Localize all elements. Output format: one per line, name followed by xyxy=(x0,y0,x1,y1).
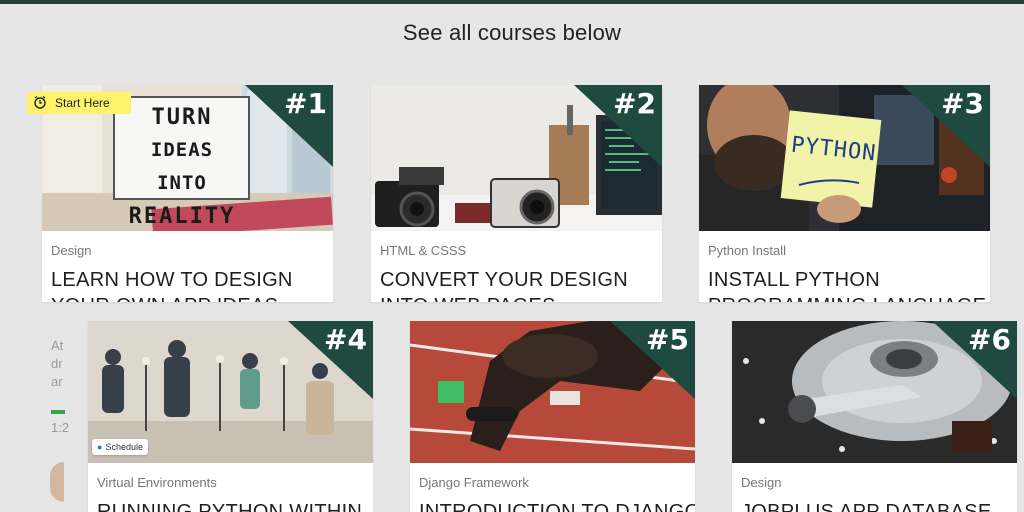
progress-bar xyxy=(51,410,65,414)
background-text-line: ar xyxy=(51,374,63,389)
rank-badge: #4 xyxy=(288,321,373,399)
course-title[interactable]: CONVERT YOUR DESIGN xyxy=(380,267,654,293)
course-category: Design xyxy=(51,243,92,258)
course-category: Design xyxy=(741,475,782,490)
course-card-2[interactable]: #2 HTML & CSSS CONVERT YOUR DESIGN INTO … xyxy=(371,85,662,302)
rank-badge: #2 xyxy=(574,85,662,167)
start-here-badge[interactable]: Start Here xyxy=(27,92,131,114)
background-time: 1:2 xyxy=(51,420,70,435)
schedule-icon: ● xyxy=(97,442,103,452)
rank-badge: #3 xyxy=(902,85,990,167)
course-title[interactable]: INSTALL PYTHON xyxy=(708,267,982,293)
letterboard-line: IDEAS INTO xyxy=(150,139,214,194)
course-card-6[interactable]: #6 Design JOBPLUS APP DATABASE xyxy=(732,321,1017,512)
course-category: Django Framework xyxy=(419,475,529,490)
course-card-1[interactable]: TURN IDEAS INTO REALITY #1 Design LEARN … xyxy=(42,85,333,302)
page-heading: See all courses below xyxy=(402,20,622,45)
rank-number: #3 xyxy=(941,87,984,120)
course-card-4[interactable]: ● Schedule #4 Virtual Environments RUNNI… xyxy=(88,321,373,512)
top-rule xyxy=(0,0,1024,4)
rank-number: #5 xyxy=(646,323,689,356)
course-title-line2: INTO WEB PAGES xyxy=(380,293,654,302)
course-category: Python Install xyxy=(708,243,787,258)
rank-number: #1 xyxy=(284,87,327,120)
start-here-label: Start Here xyxy=(55,96,110,110)
course-title[interactable]: INTRODUCTION TO DJANGO xyxy=(419,499,695,512)
alarm-clock-icon xyxy=(33,95,47,112)
letterboard-line: REALITY xyxy=(128,204,236,229)
rank-badge: #6 xyxy=(932,321,1017,399)
course-title[interactable]: LEARN HOW TO DESIGN xyxy=(51,267,325,293)
course-card-3[interactable]: PYTHON #3 Python Install INSTALL PYTHON … xyxy=(699,85,990,302)
rank-number: #6 xyxy=(968,323,1011,356)
course-title[interactable]: JOBPLUS APP DATABASE xyxy=(741,499,1009,512)
course-category: Virtual Environments xyxy=(97,475,217,490)
course-card-5[interactable]: #5 Django Framework INTRODUCTION TO DJAN… xyxy=(410,321,695,512)
course-title-line2: YOUR OWN APP IDEAS xyxy=(51,293,325,302)
course-category: HTML & CSSS xyxy=(380,243,467,258)
letterboard-line: TURN xyxy=(151,105,213,130)
rank-number: #2 xyxy=(613,87,656,120)
background-text-line: dr xyxy=(51,356,63,371)
avatar xyxy=(50,462,64,502)
course-title-line2: PROGRAMMING LANGUAGE xyxy=(708,293,986,302)
rank-badge: #5 xyxy=(610,321,695,399)
schedule-chip-label: Schedule xyxy=(105,442,143,452)
background-text-line: At xyxy=(51,338,64,353)
schedule-chip[interactable]: ● Schedule xyxy=(92,439,148,455)
rank-badge: #1 xyxy=(245,85,333,167)
course-title[interactable]: RUNNING PYTHON WITHIN xyxy=(97,499,365,512)
rank-number: #4 xyxy=(324,323,367,356)
